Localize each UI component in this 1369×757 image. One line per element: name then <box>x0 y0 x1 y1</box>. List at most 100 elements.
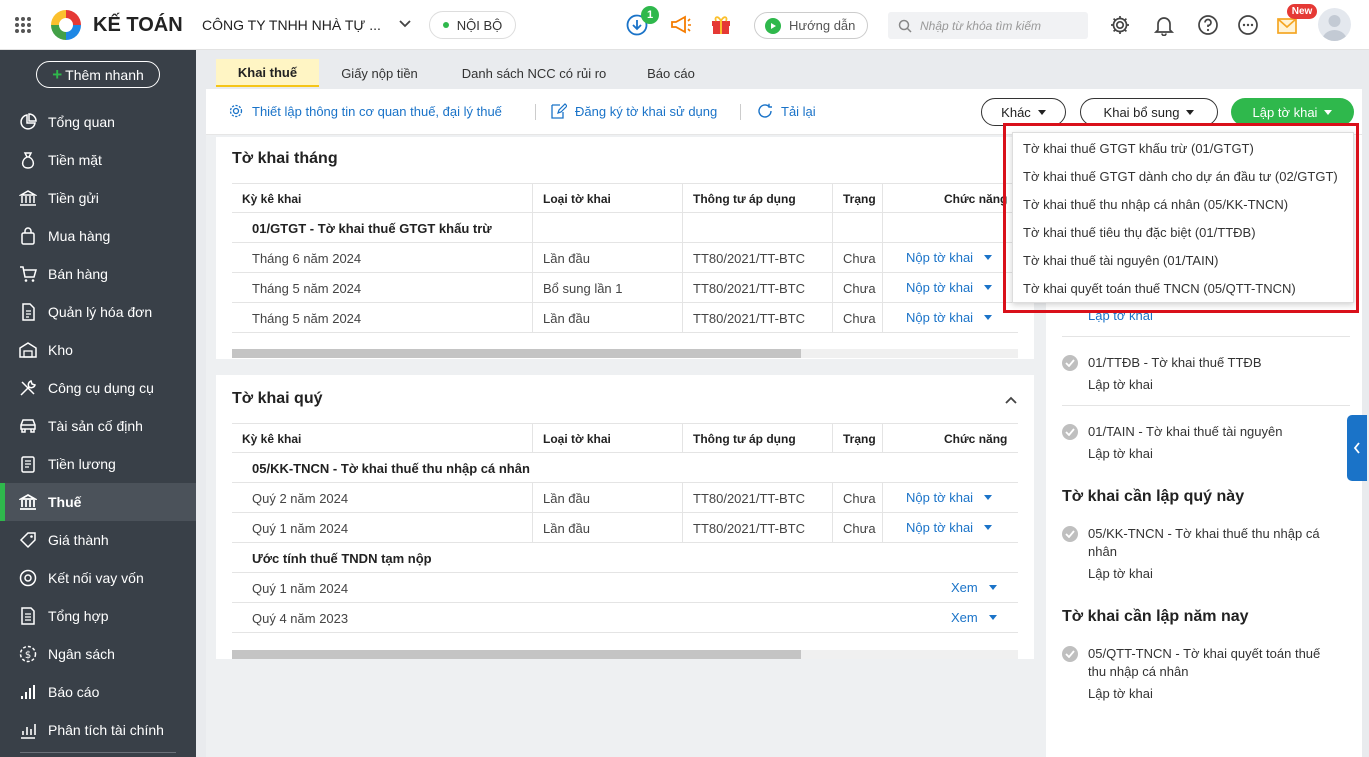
group-header: Ước tính thuế TNDN tạm nộp <box>252 551 432 566</box>
sidebar-item-deposits[interactable]: Tiền gửi <box>0 179 196 217</box>
col-type: Loại tờ khai <box>543 192 611 206</box>
invoice-icon <box>18 302 38 322</box>
sidebar-item-payroll[interactable]: Tiền lương <box>0 445 196 483</box>
bell-icon[interactable] <box>1153 14 1175 39</box>
pending-form-title: 05/QTT-TNCN - Tờ khai quyết toán thuế <box>1088 646 1321 661</box>
submit-link[interactable]: Nộp tờ khai <box>906 310 993 325</box>
internal-badge[interactable]: NỘI BỘ <box>429 11 516 39</box>
sidebar-item-invoices[interactable]: Quản lý hóa đơn <box>0 293 196 331</box>
edit-document-icon <box>551 103 567 119</box>
gift-icon[interactable] <box>710 13 732 38</box>
table-border <box>232 423 1018 424</box>
avatar[interactable] <box>1318 8 1351 41</box>
search-icon <box>898 19 912 33</box>
submit-link[interactable]: Nộp tờ khai <box>906 250 993 265</box>
submit-link[interactable]: Nộp tờ khai <box>906 520 993 535</box>
panel-collapse-tab[interactable] <box>1347 415 1367 481</box>
create-declaration-button[interactable]: Lập tờ khai <box>1231 98 1354 126</box>
row-type: Lần đầu <box>543 311 590 326</box>
other-button[interactable]: Khác <box>981 98 1066 126</box>
play-icon <box>765 17 781 34</box>
register-forms-link[interactable]: Đăng ký tờ khai sử dụng <box>550 103 717 119</box>
sidebar-item-overview[interactable]: Tổng quan <box>0 103 196 141</box>
sidebar: + Thêm nhanh Tổng quan Tiền mặt Tiền gửi… <box>0 50 196 757</box>
supplement-button[interactable]: Khai bổ sung <box>1080 98 1218 126</box>
help-icon[interactable] <box>1197 14 1219 39</box>
col-divider <box>532 483 533 543</box>
sidebar-item-cash[interactable]: Tiền mặt <box>0 141 196 179</box>
tab-reports[interactable]: Báo cáo <box>640 59 702 87</box>
quarterly-title: Tờ khai quý <box>232 390 323 407</box>
col-divider <box>682 424 683 452</box>
create-declaration-link[interactable]: Lập tờ khai <box>1088 686 1153 701</box>
pie-chart-icon <box>18 112 38 132</box>
scrollbar-thumb[interactable] <box>232 650 801 659</box>
sidebar-item-sales[interactable]: Bán hàng <box>0 255 196 293</box>
year-heading: Tờ khai cần lập năm nay <box>1062 608 1249 625</box>
view-link[interactable]: Xem <box>951 610 997 625</box>
sidebar-item-fixed-assets[interactable]: Tài sản cố định <box>0 407 196 445</box>
quick-add-button[interactable]: + Thêm nhanh <box>36 61 160 88</box>
row-border <box>232 302 1018 303</box>
sidebar-item-cost[interactable]: Giá thành <box>0 521 196 559</box>
sidebar-item-budget[interactable]: $ Ngân sách <box>0 635 196 673</box>
sidebar-item-tools[interactable]: Công cụ dụng cụ <box>0 369 196 407</box>
notification-count-badge: 1 <box>641 6 659 24</box>
sidebar-divider <box>20 752 176 753</box>
tab-payment-slips[interactable]: Giấy nộp tiền <box>332 59 427 87</box>
tax-building-icon <box>18 492 38 512</box>
submit-link[interactable]: Nộp tờ khai <box>906 490 993 505</box>
caret-down-icon[interactable] <box>984 315 993 320</box>
sidebar-item-reports[interactable]: Báo cáo <box>0 673 196 711</box>
summary-icon <box>18 606 38 626</box>
reload-link[interactable]: Tải lại <box>757 103 816 119</box>
col-divider <box>832 483 833 543</box>
caret-down-icon[interactable] <box>984 255 993 260</box>
tab-risky-suppliers[interactable]: Danh sách NCC có rủi ro <box>452 59 616 87</box>
tax-office-setup-link[interactable]: Thiết lập thông tin cơ quan thuế, đại lý… <box>228 103 502 119</box>
horizontal-scrollbar[interactable] <box>232 650 1018 659</box>
search-box[interactable]: Nhập từ khóa tìm kiếm <box>888 12 1088 39</box>
company-name[interactable]: CÔNG TY TNHH NHÀ TỰ ... <box>202 17 381 33</box>
guide-button[interactable]: Hướng dẫn <box>754 12 868 39</box>
create-declaration-link[interactable]: Lập tờ khai <box>1088 377 1153 392</box>
create-declaration-link[interactable]: Lập tờ khai <box>1088 566 1153 581</box>
col-divider <box>832 184 833 333</box>
caret-down-icon[interactable] <box>988 615 997 620</box>
apps-grid-icon[interactable] <box>14 16 32 34</box>
sidebar-item-loan[interactable]: Kết nối vay vốn <box>0 559 196 597</box>
toolbar-divider <box>535 104 536 120</box>
supplement-label: Khai bổ sung <box>1103 104 1180 120</box>
more-icon[interactable] <box>1237 14 1259 39</box>
caret-down-icon[interactable] <box>984 285 993 290</box>
view-link[interactable]: Xem <box>951 580 997 595</box>
sidebar-item-tax[interactable]: Thuế <box>0 483 196 521</box>
megaphone-icon[interactable] <box>670 15 692 38</box>
sidebar-item-summary[interactable]: Tổng hợp <box>0 597 196 635</box>
col-type: Loại tờ khai <box>543 432 611 446</box>
sidebar-item-purchasing[interactable]: Mua hàng <box>0 217 196 255</box>
caret-down-icon[interactable] <box>984 525 993 530</box>
scrollbar-thumb[interactable] <box>232 349 801 358</box>
collapse-icon[interactable] <box>1004 393 1018 408</box>
gear-icon[interactable] <box>1109 14 1131 39</box>
row-status: Chưa nộp <box>843 251 880 266</box>
caret-down-icon[interactable] <box>984 495 993 500</box>
row-border <box>232 272 1018 273</box>
row-status: Chưa nộp <box>843 521 880 536</box>
horizontal-scrollbar[interactable] <box>232 349 1018 358</box>
submit-link[interactable]: Nộp tờ khai <box>906 280 993 295</box>
chevron-down-icon[interactable] <box>398 17 412 34</box>
highlight-box <box>1003 123 1359 313</box>
bar-chart-icon <box>18 682 38 702</box>
sidebar-item-financial-analysis[interactable]: Phân tích tài chính <box>0 711 196 749</box>
col-status: Trạng <box>843 432 876 446</box>
col-period: Kỳ kê khai <box>242 192 302 206</box>
create-declaration-link[interactable]: Lập tờ khai <box>1088 446 1153 461</box>
sidebar-item-warehouse[interactable]: Kho <box>0 331 196 369</box>
warehouse-icon <box>18 340 38 360</box>
tab-tax-declaration[interactable]: Khai thuế <box>216 59 319 87</box>
search-input[interactable]: Nhập từ khóa tìm kiếm <box>920 19 1041 33</box>
caret-down-icon[interactable] <box>988 585 997 590</box>
cart-icon <box>18 264 38 284</box>
